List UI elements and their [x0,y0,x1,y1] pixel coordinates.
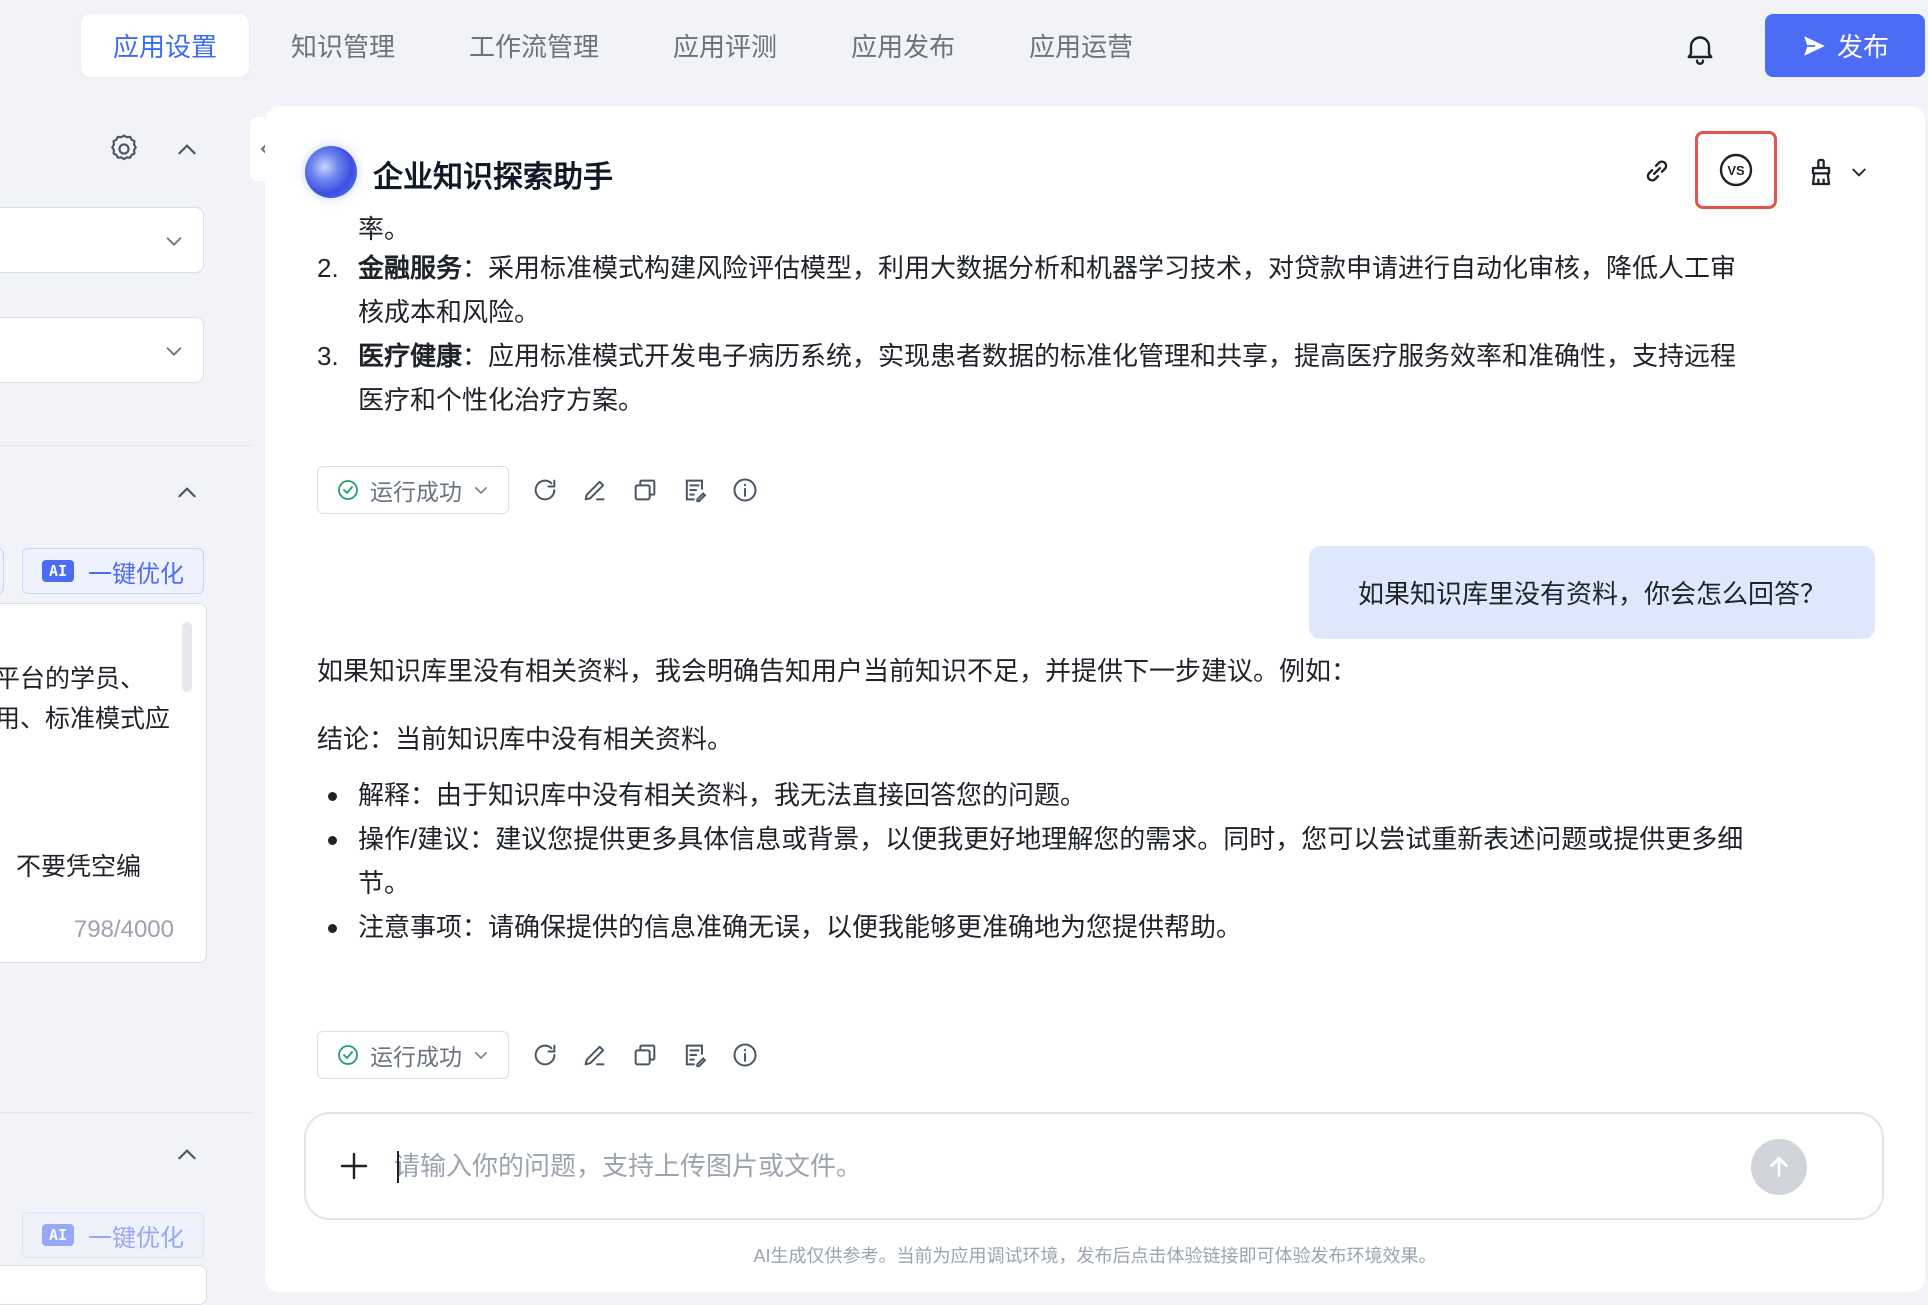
list-item: 医疗健康：应用标准模式开发电子病历系统，实现患者数据的标准化管理和共享，提高医疗… [358,334,1736,378]
tab-knowledge[interactable]: 知识管理 [259,14,427,77]
list-item-text: 节。 [358,868,411,898]
message-actions: 运行成功 [317,1031,759,1079]
edit-icon[interactable] [581,1041,609,1069]
message-text: 率。 [358,214,411,244]
chevron-down-icon [163,340,185,362]
list-number: 3. [317,341,339,371]
tab-evaluation[interactable]: 应用评测 [641,14,809,77]
user-message-text: 如果知识库里没有资料，你会怎么回答？ [1357,579,1826,609]
list-item-title: 医疗健康 [358,341,463,371]
chevron-down-icon [472,481,490,499]
send-button[interactable] [1751,1139,1807,1195]
chevron-down-icon[interactable] [1849,162,1869,182]
bullet [328,924,337,933]
chat-input[interactable] [394,1142,1694,1190]
bell-icon[interactable] [1682,30,1718,66]
list-number: 2. [317,253,339,283]
chat-input-box [304,1112,1884,1220]
chevron-up-icon[interactable] [174,480,200,506]
user-message-bubble: 如果知识库里没有资料，你会怎么回答？ [1309,546,1875,639]
check-circle-icon [336,1043,360,1067]
app-title: 企业知识探索助手 [373,161,613,194]
list-item: 金融服务：采用标准模式构建风险评估模型，利用大数据分析和机器学习技术，对贷款申请… [358,246,1736,290]
list-item-text: 医疗和个性化治疗方案。 [358,385,645,415]
bullet [328,836,337,845]
regenerate-icon[interactable] [531,1041,559,1069]
main-tabs: 应用设置 知识管理 工作流管理 应用评测 应用发布 应用运营 [81,14,1175,77]
compare-vs-button[interactable]: VS [1695,131,1777,209]
plus-icon[interactable] [336,1148,372,1184]
text-caret [397,1151,399,1183]
chevron-down-icon [163,230,185,252]
left-config-panel: AI 一键优化 平台的学员、 用、标准模式应 ，不要凭空编 798/4000 A… [0,105,252,1302]
info-icon[interactable] [731,476,759,504]
run-status-dropdown[interactable]: 运行成功 [317,1031,509,1079]
chevron-down-icon [472,1046,490,1064]
list-item-text: 注意事项：请确保提供的信息准确无误，以便我能够更准确地为您提供帮助。 [358,912,1243,942]
send-icon [1801,33,1827,59]
prompt-textarea[interactable] [0,1265,207,1305]
check-circle-icon [336,478,360,502]
vs-icon: VS [1718,152,1754,188]
ai-optimize-button[interactable]: AI 一键优化 [22,548,204,594]
ai-badge: AI [41,1224,75,1246]
chat-header: 企业知识探索助手 VS [265,106,1925,210]
notes-icon[interactable] [681,476,709,504]
publish-button[interactable]: 发布 [1765,14,1925,77]
bullet [328,792,337,801]
top-bar: 应用设置 知识管理 工作流管理 应用评测 应用发布 应用运营 发布 [0,0,1928,95]
ai-optimize-button[interactable]: AI 一键优化 [22,1212,204,1258]
edit-icon[interactable] [581,476,609,504]
gear-icon[interactable] [107,132,141,166]
run-status-dropdown[interactable]: 运行成功 [317,466,509,514]
list-item-text: 解释：由于知识库中没有相关资料，我无法直接回答您的问题。 [358,780,1087,810]
vs-label: VS [1727,163,1745,178]
tab-app-settings[interactable]: 应用设置 [81,14,250,77]
link-icon[interactable] [1640,154,1674,188]
prompt-line: ，不要凭空编 [0,853,142,881]
chevron-up-icon[interactable] [174,137,200,163]
arrow-up-icon [1764,1152,1794,1182]
button-fragment [0,548,4,594]
mode-select[interactable] [0,317,204,383]
run-status-label: 运行成功 [370,1044,462,1070]
model-select[interactable] [0,207,204,273]
app-logo [305,146,357,198]
disclaimer-text: AI生成仅供参考。当前为应用调试环境，发布后点击体验链接即可体验发布环境效果。 [753,1246,1437,1266]
prompt-textarea[interactable]: 平台的学员、 用、标准模式应 ，不要凭空编 798/4000 [0,603,207,963]
separator: ： [462,341,489,371]
ai-badge: AI [41,560,75,582]
copy-icon[interactable] [631,476,659,504]
publish-label: 发布 [1836,32,1889,62]
list-item-text: 应用标准模式开发电子病历系统，实现患者数据的标准化管理和共享，提高医疗服务效率和… [488,341,1737,371]
divider [0,1112,252,1113]
message-actions: 运行成功 [317,466,759,514]
tab-release[interactable]: 应用发布 [819,14,987,77]
cleanup-brush-icon[interactable] [1805,156,1837,188]
chat-panel: 企业知识探索助手 VS 率。 2. 金融服务：采用标准模式构建风险评估模型，利用… [265,106,1925,1292]
regenerate-icon[interactable] [531,476,559,504]
copy-icon[interactable] [631,1041,659,1069]
list-item-text: 操作/建议：建议您提供更多具体信息或背景，以便我更好地理解您的需求。同时，您可以… [358,824,1744,854]
ai-optimize-label: 一键优化 [88,1224,185,1252]
info-icon[interactable] [731,1041,759,1069]
notes-icon[interactable] [681,1041,709,1069]
list-item-text: 采用标准模式构建风险评估模型，利用大数据分析和机器学习技术，对贷款申请进行自动化… [488,253,1737,283]
ai-optimize-label: 一键优化 [88,560,185,588]
chevron-up-icon[interactable] [174,1142,200,1168]
prompt-line: 用、标准模式应 [0,705,171,733]
message-text: 如果知识库里没有相关资料，我会明确告知用户当前知识不足，并提供下一步建议。例如： [317,656,1358,686]
run-status-label: 运行成功 [370,479,462,505]
separator: ： [462,253,489,283]
message-text: 结论：当前知识库中没有相关资料。 [317,724,734,754]
tab-operations[interactable]: 应用运营 [997,14,1165,77]
list-item-text: 核成本和风险。 [358,297,541,327]
scrollbar[interactable] [182,622,192,692]
char-counter: 798/4000 [73,916,174,943]
tab-workflow[interactable]: 工作流管理 [437,14,631,77]
divider [0,445,252,446]
prompt-line: 平台的学员、 [0,665,146,693]
list-item-title: 金融服务 [358,253,463,283]
